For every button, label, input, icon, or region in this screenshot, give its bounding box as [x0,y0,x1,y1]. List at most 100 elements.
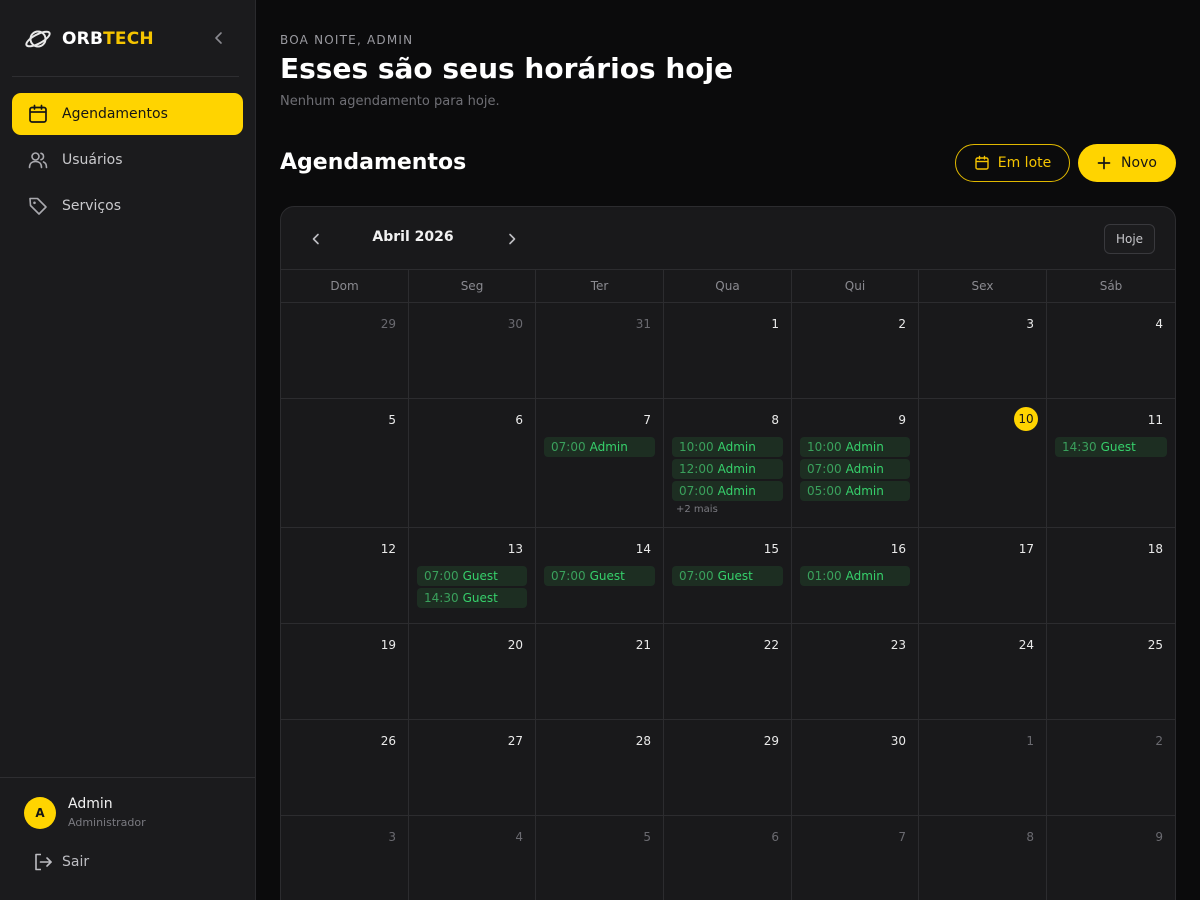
event-chip[interactable]: 07:00 Admin [800,459,910,479]
event-list: 07:00 Guest [544,566,655,588]
calendar-day-cell[interactable]: 7 07:00 Admin [536,399,664,528]
calendar-day-cell[interactable]: 5 [281,399,409,528]
calendar-day-cell[interactable]: 31 [536,303,664,399]
day-number: 1 [771,317,779,331]
day-number: 20 [507,638,523,652]
calendar-day-cell[interactable]: 8 [919,816,1047,900]
day-number: 1 [1026,734,1034,748]
day-number: 28 [635,734,651,748]
day-number: 4 [1155,317,1163,331]
day-number: 6 [771,830,779,844]
calendar-day-cell[interactable]: 10 [919,399,1047,528]
event-user: Guest [462,591,498,605]
calendar-day-cell[interactable]: 11 14:30 Guest [1047,399,1175,528]
calendar-day-cell[interactable]: 28 [536,720,664,816]
batch-button[interactable]: Em lote [955,144,1070,182]
sidebar-item-agendamentos[interactable]: Agendamentos [12,93,243,135]
calendar-day-cell[interactable]: 22 [664,624,792,720]
chevron-left-icon[interactable] [210,29,228,47]
more-events-link[interactable]: +2 mais [672,504,783,515]
day-number: 13 [507,542,523,556]
calendar-day-cell[interactable]: 21 [536,624,664,720]
event-chip[interactable]: 14:30 Guest [1055,437,1167,457]
event-time: 07:00 [679,484,714,498]
brand-logo[interactable]: ORBTECH [24,24,154,54]
chevron-right-icon[interactable] [503,230,521,248]
calendar-icon [975,155,989,170]
calendar-day-cell[interactable]: 30 [792,720,919,816]
calendar-day-cell[interactable]: 9 10:00 Admin 07:00 Admin 05:00 Admin [792,399,919,528]
calendar-day-cell[interactable]: 3 [281,816,409,900]
event-chip[interactable]: 07:00 Admin [544,437,655,457]
event-chip[interactable]: 07:00 Guest [417,566,527,586]
greeting-text: BOA NOITE, ADMIN [280,33,414,47]
calendar-day-cell[interactable]: 7 [792,816,919,900]
day-number: 9 [1155,830,1163,844]
calendar-day-cell[interactable]: 16 01:00 Admin [792,528,919,624]
day-number: 24 [1018,638,1034,652]
calendar-day-cell[interactable]: 23 [792,624,919,720]
calendar-day-cell[interactable]: 27 [409,720,536,816]
user-profile[interactable]: A Admin Administrador [24,796,146,829]
calendar-day-cell[interactable]: 20 [409,624,536,720]
event-time: 07:00 [679,569,714,583]
calendar-day-cell[interactable]: 9 [1047,816,1175,900]
calendar-day-cell[interactable]: 2 [1047,720,1175,816]
day-number: 30 [890,734,906,748]
calendar-day-cell[interactable]: 14 07:00 Guest [536,528,664,624]
event-user: Admin [845,569,884,583]
calendar-day-cell[interactable]: 4 [1047,303,1175,399]
calendar-day-cell[interactable]: 13 07:00 Guest 14:30 Guest [409,528,536,624]
today-button[interactable]: Hoje [1104,224,1155,254]
planet-logo-icon [25,30,51,48]
logout-button[interactable]: Sair [32,851,89,873]
event-chip[interactable]: 07:00 Guest [672,566,783,586]
calendar-day-cell[interactable]: 25 [1047,624,1175,720]
chevron-left-icon[interactable] [307,230,325,248]
calendar-day-cell[interactable]: 15 07:00 Guest [664,528,792,624]
event-chip[interactable]: 12:00 Admin [672,459,783,479]
sidebar: ORBTECH Agendamentos Usuários Serviços A… [0,0,256,900]
calendar-day-cell[interactable]: 4 [409,816,536,900]
brand-name: ORBTECH [62,29,154,49]
event-chip[interactable]: 10:00 Admin [672,437,783,457]
event-time: 12:00 [679,462,714,476]
calendar-day-cell[interactable]: 26 [281,720,409,816]
event-chip[interactable]: 10:00 Admin [800,437,910,457]
sidebar-bottom-divider [0,777,255,778]
calendar-day-cell[interactable]: 17 [919,528,1047,624]
sidebar-item-servicos[interactable]: Serviços [12,185,243,227]
calendar-day-cell[interactable]: 3 [919,303,1047,399]
calendar-day-cell[interactable]: 5 [536,816,664,900]
users-icon [27,149,49,171]
calendar-day-cell[interactable]: 6 [409,399,536,528]
day-number: 30 [507,317,523,331]
sidebar-item-usuarios[interactable]: Usuários [12,139,243,181]
event-time: 10:00 [679,440,714,454]
event-chip[interactable]: 01:00 Admin [800,566,910,586]
calendar-day-cell[interactable]: 19 [281,624,409,720]
calendar-day-cell[interactable]: 30 [409,303,536,399]
weekday-header: Sáb [1099,279,1123,293]
calendar-day-cell[interactable]: 2 [792,303,919,399]
event-chip[interactable]: 07:00 Guest [544,566,655,586]
calendar-day-cell[interactable]: 12 [281,528,409,624]
calendar-day-cell[interactable]: 1 [664,303,792,399]
event-chip[interactable]: 05:00 Admin [800,481,910,501]
event-list: 07:00 Admin [544,437,655,459]
sidebar-nav: Agendamentos Usuários Serviços [12,93,243,231]
day-number: 6 [515,413,523,427]
calendar-day-cell[interactable]: 18 [1047,528,1175,624]
today-day-number: 10 [1014,407,1038,431]
event-chip[interactable]: 14:30 Guest [417,588,527,608]
new-button[interactable]: Novo [1078,144,1176,182]
calendar-day-cell[interactable]: 29 [664,720,792,816]
calendar-day-cell[interactable]: 24 [919,624,1047,720]
calendar-day-cell[interactable]: 29 [281,303,409,399]
calendar-day-cell[interactable]: 1 [919,720,1047,816]
calendar-day-cell[interactable]: 6 [664,816,792,900]
day-number: 7 [643,413,651,427]
calendar-day-cell[interactable]: 8 10:00 Admin 12:00 Admin 07:00 Admin +2 mais [664,399,792,528]
event-chip[interactable]: 07:00 Admin [672,481,783,501]
logout-label: Sair [62,854,90,870]
